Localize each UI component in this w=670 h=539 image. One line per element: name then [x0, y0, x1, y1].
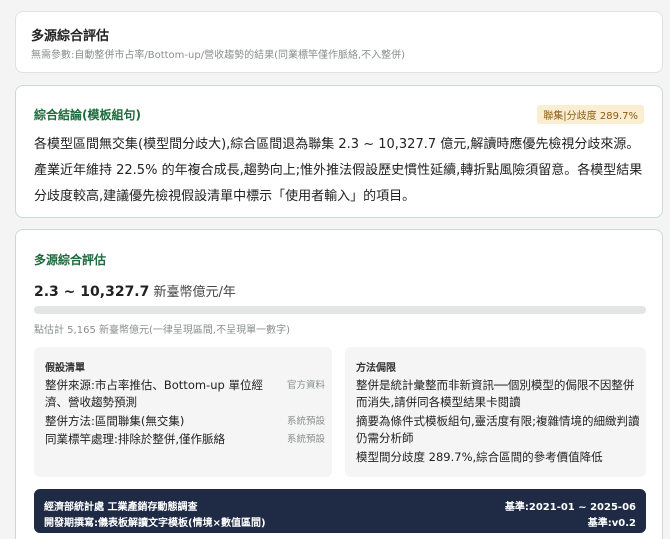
- header-title: 多源綜合評估: [31, 29, 110, 44]
- assumption-row: 同業標竿處理:排除於整併,僅作脈絡 系統預設: [45, 431, 325, 448]
- conclusion-text: 各模型區間無交集(模型間分歧大),綜合區間退為聯集 2.3 ~ 10,327.7…: [34, 137, 643, 204]
- source-footer: 經濟部統計處 工業產銷存動態調查 基準:2021-01 ~ 2025-06 開發…: [34, 489, 646, 533]
- footer-version: 基準:v0.2: [587, 518, 636, 529]
- range-value: 2.3 ~ 10,327.7: [34, 284, 150, 300]
- assumption-tag: 系統預設: [286, 416, 325, 427]
- footer-source: 經濟部統計處 工業產銷存動態調查: [44, 502, 198, 513]
- limitation-item: 模型間分歧度 289.7%,綜合區間的參考價值降低: [356, 450, 603, 464]
- range-bar: [34, 306, 646, 314]
- limitation-item: 摘要為條件式模板組句,靈活度有限;複雜情境的細緻判讀仍需分析師: [356, 414, 640, 445]
- assumption-text: 整併方法:區間聯集(無交集): [45, 414, 185, 428]
- conclusion-title: 綜合結論(模板組句): [34, 108, 141, 122]
- synthesis-card: 多源綜合評估 2.3 ~ 10,327.7 新臺幣億元/年 點估計 5,165 …: [15, 229, 663, 539]
- limitation-item: 整併是統計彙整而非新資訊──個別模型的侷限不因整併而消失,請併同各模型結果卡閱讀: [356, 378, 635, 409]
- assumption-tag: 官方資料: [286, 380, 325, 391]
- footer-note: 開發期撰寫:儀表板解讀文字模板(情境×數值區間): [44, 518, 266, 529]
- assumption-row: 整併方法:區間聯集(無交集) 系統預設: [45, 413, 325, 430]
- assumptions-title: 假設清單: [45, 363, 85, 374]
- assumption-text: 同業標竿處理:排除於整併,僅作脈絡: [45, 432, 226, 446]
- footer-period: 基準:2021-01 ~ 2025-06: [504, 502, 636, 513]
- range-display: 2.3 ~ 10,327.7 新臺幣億元/年: [34, 281, 236, 300]
- header-card: 多源綜合評估 無需參數:自動整併市占率/Bottom-up/營收趨勢的結果(同業…: [15, 11, 663, 73]
- limitations-panel: 方法侷限 整併是統計彙整而非新資訊──個別模型的侷限不因整併而消失,請併同各模型…: [345, 347, 646, 477]
- range-unit: 新臺幣億元/年: [149, 285, 236, 300]
- assumption-row: 整併來源:市占率推估、Bottom-up 單位經濟、營收趨勢預測 官方資料: [45, 377, 325, 411]
- synthesis-title: 多源綜合評估: [34, 253, 107, 267]
- divergence-badge: 聯集|分歧度 289.7%: [537, 105, 644, 124]
- header-subtitle: 無需參數:自動整併市占率/Bottom-up/營收趨勢的結果(同業標竿僅作脈絡,…: [31, 50, 406, 61]
- assumption-text: 整併來源:市占率推估、Bottom-up 單位經濟、營收趨勢預測: [45, 378, 263, 409]
- limitations-title: 方法侷限: [356, 363, 396, 374]
- assumptions-panel: 假設清單 整併來源:市占率推估、Bottom-up 單位經濟、營收趨勢預測 官方…: [34, 347, 332, 477]
- conclusion-card: 綜合結論(模板組句) 聯集|分歧度 289.7% 各模型區間無交集(模型間分歧大…: [15, 85, 663, 218]
- point-estimate-note: 點估計 5,165 新臺幣億元(一律呈現區間,不呈現單一數字): [34, 325, 290, 336]
- assumption-tag: 系統預設: [286, 434, 325, 445]
